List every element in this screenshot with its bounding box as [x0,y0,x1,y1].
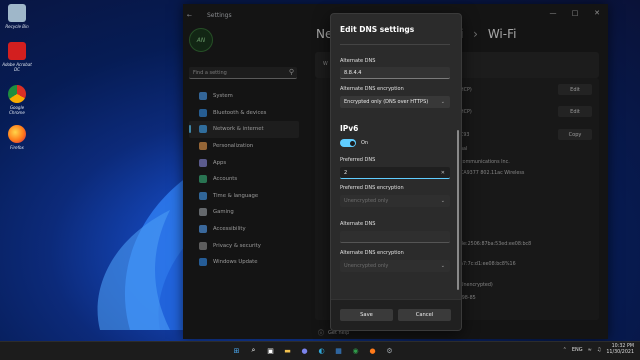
chat-icon[interactable]: ● [299,345,310,356]
volume-icon[interactable]: ♫ [597,347,601,353]
cancel-button[interactable]: Cancel [398,309,451,321]
chevron-down-icon: ⌄ [440,263,445,269]
desktop-icon-label: Google Chrome [9,105,25,115]
preferred-dns-encryption-select[interactable]: Unencrypted only ⌄ [340,195,450,207]
chevron-up-icon[interactable]: ⌃ [563,347,567,353]
recycle-bin-icon [8,4,26,22]
search-icon[interactable]: ⌕ [248,345,259,356]
firefox-icon[interactable]: ● [367,345,378,356]
taskbar: ⊞ ⌕ ▣ ▬ ● ◐ ▦ ◉ ● ⚙ ⌃ ENG ≈ ♫ 10:32 PM 11/30/2021 [0,341,640,360]
wifi-icon[interactable]: ≈ [588,347,592,353]
desktop-icon-acrobat[interactable]: Adobe Acrobat DC [2,42,32,72]
ipv6-heading: IPv6 [340,124,359,133]
preferred-dns-encryption-label: Preferred DNS encryption [340,185,404,191]
desktop-icon-chrome[interactable]: Google Chrome [2,85,32,115]
file-explorer-icon[interactable]: ▬ [282,345,293,356]
alternate-dns-label: Alternate DNS [340,58,376,64]
acrobat-icon [8,42,26,60]
chevron-down-icon: ⌄ [440,198,445,204]
task-view-icon[interactable]: ▣ [265,345,276,356]
language-indicator[interactable]: ENG [572,347,583,353]
settings-icon[interactable]: ⚙ [384,345,395,356]
alternate-dns-input[interactable]: 8.8.4.4 [340,67,450,79]
desktop-icon-label: Adobe Acrobat DC [2,62,32,72]
desktop-icon-label: Recycle Bin [5,24,29,29]
alternate-dns-encryption-label: Alternate DNS encryption [340,86,404,92]
select-value: Unencrypted only [344,263,389,269]
dialog-footer: Save Cancel [331,299,461,330]
clear-icon[interactable]: ✕ [441,170,445,176]
clock-date: 11/30/2021 [606,350,634,355]
ipv6-toggle-label: On [361,140,369,146]
save-button[interactable]: Save [340,309,393,321]
edge-icon[interactable]: ◐ [316,345,327,356]
alternate-dns-v6-input[interactable] [340,231,450,243]
alternate-dns-v6-encryption-label: Alternate DNS encryption [340,250,404,256]
preferred-dns-value: 2 [344,169,348,176]
edit-dns-dialog: Edit DNS settings Alternate DNS 8.8.4.4 … [330,13,462,331]
preferred-dns-label: Preferred DNS [340,157,376,163]
select-value: Encrypted only (DNS over HTTPS) [344,99,429,105]
firefox-icon [8,125,26,143]
alternate-dns-v6-encryption-select[interactable]: Unencrypted only ⌄ [340,260,450,272]
alternate-dns-encryption-select[interactable]: Encrypted only (DNS over HTTPS) ⌄ [340,96,450,108]
chrome-icon[interactable]: ◉ [350,345,361,356]
chrome-icon [8,85,26,103]
start-icon[interactable]: ⊞ [231,345,242,356]
divider [340,44,450,45]
desktop-icon-label: Firefox [10,145,24,150]
taskbar-apps: ⊞ ⌕ ▣ ▬ ● ◐ ▦ ◉ ● ⚙ [231,345,395,356]
system-tray: ⌃ ENG ≈ ♫ 10:32 PM 11/30/2021 [563,344,634,356]
dialog-scrollbar[interactable] [457,130,459,290]
clock[interactable]: 10:32 PM 11/30/2021 [606,344,634,356]
store-icon[interactable]: ▦ [333,345,344,356]
desktop-icon-firefox[interactable]: Firefox [2,125,32,150]
desktop-icon-recycle-bin[interactable]: Recycle Bin [2,4,32,29]
select-value: Unencrypted only [344,198,389,204]
chevron-down-icon: ⌄ [440,99,445,105]
ipv6-toggle[interactable] [340,139,356,147]
dialog-title: Edit DNS settings [340,25,415,34]
preferred-dns-input[interactable]: 2 ✕ [340,167,450,179]
alternate-dns-v6-label: Alternate DNS [340,221,376,227]
